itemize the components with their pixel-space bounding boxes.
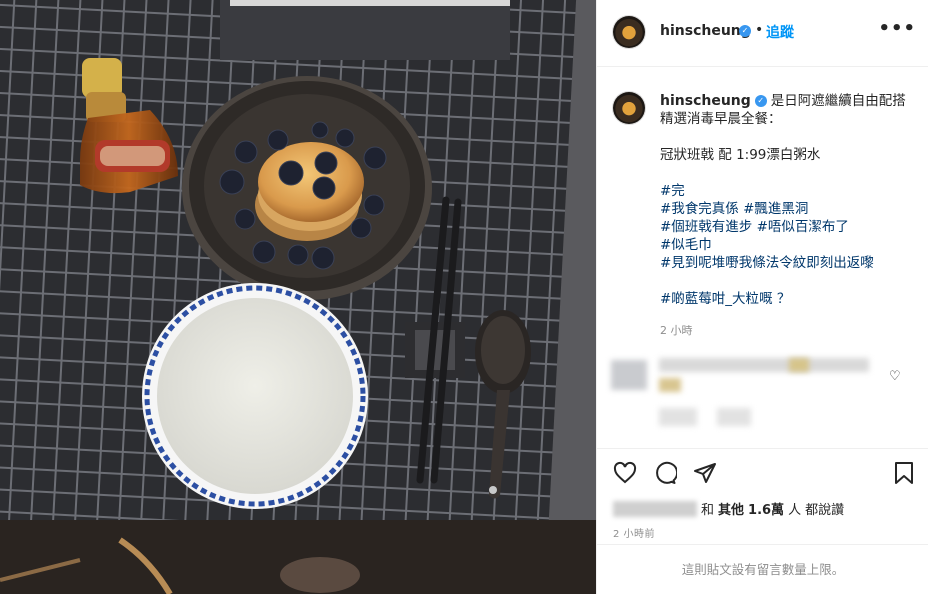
caption-text-line: 是日阿遮繼續自由配搭	[770, 93, 906, 109]
post-photo[interactable]	[0, 0, 596, 594]
post-timestamp[interactable]: 2 小時前	[613, 525, 655, 540]
heart-icon[interactable]	[613, 461, 637, 489]
comment-emoji-blur	[789, 358, 809, 372]
action-bar: 和 其他 1.6萬 人 都說讚 2 小時前	[597, 448, 928, 545]
likes-summary[interactable]: 和 其他 1.6萬 人 都說讚	[613, 499, 844, 518]
username[interactable]: hinscheung	[660, 23, 751, 39]
liker-names-blur	[613, 500, 697, 517]
caption-body: hinscheung ✓ 是日阿遮繼續自由配搭 精選消毒早晨全餐： 冠狀班戟 配 1…	[660, 92, 915, 340]
separator-dot: •	[755, 22, 764, 38]
likes-count: 1.6萬	[748, 503, 785, 518]
likes-people: 人	[788, 503, 802, 518]
hashtag-line[interactable]: #完	[660, 182, 915, 200]
paper-plane-icon[interactable]	[693, 461, 717, 489]
hashtag-line[interactable]: #啲藍莓咁_大粒嘅 ？	[660, 290, 915, 308]
likes-said: 都說讚	[805, 503, 845, 518]
comment-like-heart-icon[interactable]: ♡	[889, 369, 901, 384]
comment-avatar	[611, 360, 647, 390]
caption-text-line: 冠狀班戟 配 1:99漂白粥水	[660, 147, 821, 163]
caption-username[interactable]: hinscheung	[660, 93, 751, 109]
more-options-icon[interactable]: •••	[878, 18, 916, 39]
comment-icon[interactable]	[653, 461, 679, 489]
post-side-panel: hinscheung ✓ • 追蹤 ••• hinscheung ✓ 是日阿遮繼續自…	[596, 0, 928, 594]
comment-meta-blur	[659, 408, 697, 426]
likes-and: 和	[701, 503, 715, 518]
hashtag-line[interactable]: #似毛巾	[660, 236, 915, 254]
hashtag-line[interactable]: #我食完真係 #飄進黑洞	[660, 200, 915, 218]
verified-badge-icon: ✓	[739, 25, 751, 37]
comment-emoji-blur	[659, 378, 681, 392]
bookmark-icon[interactable]	[893, 461, 915, 489]
comment-text-blur	[659, 358, 869, 372]
comment-limit-notice: 這則貼文設有留言數量上限。	[597, 544, 928, 595]
post-header: hinscheung ✓ • 追蹤 •••	[597, 0, 928, 67]
follow-button[interactable]: 追蹤	[766, 22, 794, 42]
caption-time: 2 小時	[660, 324, 693, 337]
hashtag-line[interactable]: #見到呢堆嘢我條法令紋即刻出返嚟	[660, 254, 915, 272]
breakfast-photo	[0, 0, 596, 594]
avatar[interactable]	[613, 16, 645, 48]
comment-meta-blur	[717, 408, 751, 426]
caption-text-line: 精選消毒早晨全餐：	[660, 111, 782, 127]
likes-others: 其他	[718, 503, 745, 518]
hashtag-line[interactable]: #個班戟有進步 #唔似百潔布了	[660, 218, 915, 236]
verified-badge-icon: ✓	[754, 95, 767, 107]
caption-avatar[interactable]	[613, 92, 645, 124]
